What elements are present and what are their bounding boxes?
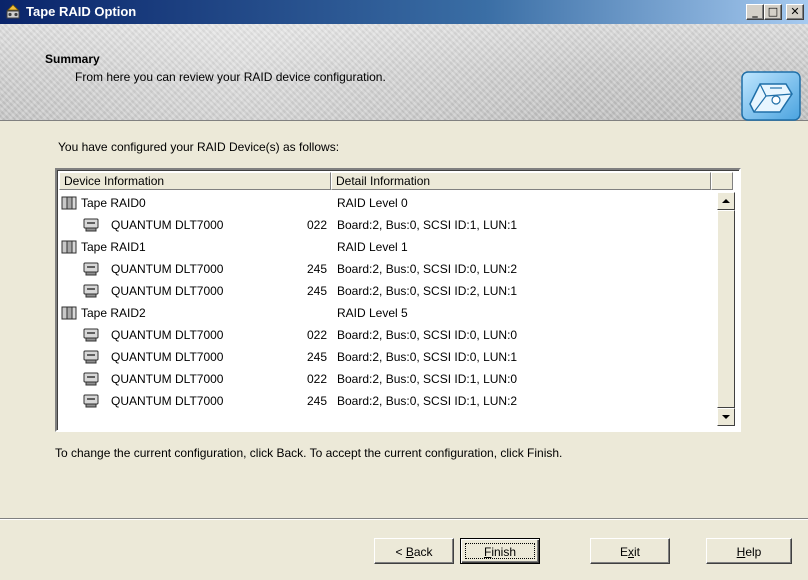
list-item[interactable]: Tape RAID1 RAID Level 1 <box>59 236 715 258</box>
title-bar[interactable]: Tape RAID Option _ □ ✕ <box>0 0 808 24</box>
device-name: Tape RAID2 <box>81 306 146 320</box>
back-button[interactable]: < Back <box>374 538 454 564</box>
tape-drive-icon <box>83 394 99 408</box>
tape-raid-group-icon <box>61 196 77 210</box>
raid-device-list[interactable]: Device Information Detail Information Ta… <box>55 168 741 432</box>
device-name: Tape RAID0 <box>81 196 146 210</box>
window-title: Tape RAID Option <box>26 4 137 19</box>
finish-label-post: inish <box>491 545 517 559</box>
device-name: QUANTUM DLT7000 <box>111 328 224 342</box>
back-button-label: < Back <box>395 545 432 559</box>
detail-info: Board:2, Bus:0, SCSI ID:0, LUN:1 <box>337 350 518 364</box>
tape-drive-icon <box>83 284 99 298</box>
tape-drive-icon <box>83 372 99 386</box>
back-label-accel: B <box>405 545 414 559</box>
exit-button[interactable]: Exit <box>590 538 670 564</box>
page-title: Summary <box>45 52 100 66</box>
wizard-header: Summary From here you can review your RA… <box>0 24 808 121</box>
firmware-rev: 022 <box>306 372 327 386</box>
minimize-button[interactable]: _ <box>746 4 764 20</box>
detail-info: Board:2, Bus:0, SCSI ID:1, LUN:0 <box>337 372 518 386</box>
firmware-rev: 022 <box>306 218 327 232</box>
list-item[interactable]: QUANTUM DLT7000 245 Board:2, Bus:0, SCSI… <box>59 346 715 368</box>
finish-button[interactable]: Finish <box>460 538 540 564</box>
arrow-down-icon <box>722 415 730 419</box>
firmware-rev: 245 <box>306 284 327 298</box>
detail-info: RAID Level 1 <box>337 240 408 254</box>
exit-label-post: it <box>634 545 640 559</box>
help-button[interactable]: Help <box>706 538 792 564</box>
firmware-rev: 022 <box>306 328 327 342</box>
tape-drive-icon <box>83 350 99 364</box>
maximize-icon: □ <box>767 5 779 18</box>
detail-info: Board:2, Bus:0, SCSI ID:0, LUN:0 <box>337 328 518 342</box>
device-name: QUANTUM DLT7000 <box>111 350 224 364</box>
minimize-icon: _ <box>752 5 758 18</box>
tape-raid-group-icon <box>61 306 77 320</box>
list-rows: Tape RAID0 RAID Level 0 QUANTUM DLT7000 … <box>59 192 715 426</box>
exit-button-label: Exit <box>620 545 640 559</box>
list-item[interactable]: QUANTUM DLT7000 022 Board:2, Bus:0, SCSI… <box>59 324 715 346</box>
scroll-thumb[interactable] <box>717 210 735 408</box>
scroll-up-button[interactable] <box>717 192 735 210</box>
firmware-rev: 245 <box>306 394 327 408</box>
device-name: QUANTUM DLT7000 <box>111 372 224 386</box>
detail-info: RAID Level 5 <box>337 306 408 320</box>
footer-separator <box>0 518 808 520</box>
firmware-rev: 245 <box>306 262 327 276</box>
column-header-device-information[interactable]: Device Information <box>59 172 331 190</box>
finish-button-label: Finish <box>484 545 516 559</box>
detail-info: Board:2, Bus:0, SCSI ID:1, LUN:2 <box>337 394 518 408</box>
detail-info: Board:2, Bus:0, SCSI ID:1, LUN:1 <box>337 218 518 232</box>
tape-drive-icon <box>83 328 99 342</box>
detail-info: RAID Level 0 <box>337 196 408 210</box>
vertical-scrollbar[interactable] <box>717 192 735 426</box>
detail-info: Board:2, Bus:0, SCSI ID:2, LUN:1 <box>337 284 518 298</box>
page-subtitle: From here you can review your RAID devic… <box>75 70 386 84</box>
tape-drive-icon <box>83 218 99 232</box>
tape-raid-group-icon <box>61 240 77 254</box>
list-item[interactable]: Tape RAID0 RAID Level 0 <box>59 192 715 214</box>
device-name: QUANTUM DLT7000 <box>111 262 224 276</box>
instructions-label: To change the current configuration, cli… <box>55 446 563 460</box>
tape-drive-icon <box>83 262 99 276</box>
device-name: QUANTUM DLT7000 <box>111 394 224 408</box>
detail-info: Board:2, Bus:0, SCSI ID:0, LUN:2 <box>337 262 518 276</box>
back-label-pre: < <box>395 545 406 559</box>
intro-label: You have configured your RAID Device(s) … <box>58 140 340 154</box>
list-item[interactable]: QUANTUM DLT7000 022 Board:2, Bus:0, SCSI… <box>59 214 715 236</box>
tape-raid-logo-icon <box>741 71 801 121</box>
scroll-down-button[interactable] <box>717 408 735 426</box>
device-name: Tape RAID1 <box>81 240 146 254</box>
list-item[interactable]: Tape RAID2 RAID Level 5 <box>59 302 715 324</box>
column-header-filler <box>711 172 733 190</box>
maximize-button[interactable]: □ <box>764 4 782 20</box>
close-icon: ✕ <box>790 5 800 18</box>
list-item[interactable]: QUANTUM DLT7000 022 Board:2, Bus:0, SCSI… <box>59 368 715 390</box>
list-item[interactable]: QUANTUM DLT7000 245 Board:2, Bus:0, SCSI… <box>59 258 715 280</box>
firmware-rev: 245 <box>306 350 327 364</box>
list-item[interactable]: QUANTUM DLT7000 245 Board:2, Bus:0, SCSI… <box>59 280 715 302</box>
list-item[interactable]: QUANTUM DLT7000 245 Board:2, Bus:0, SCSI… <box>59 390 715 412</box>
tape-raid-app-icon <box>6 4 20 19</box>
device-name: QUANTUM DLT7000 <box>111 284 224 298</box>
tape-raid-option-window: Tape RAID Option _ □ ✕ Summary From here… <box>0 0 808 580</box>
back-label-post: ack <box>413 545 433 559</box>
device-name: QUANTUM DLT7000 <box>111 218 224 232</box>
help-label-post: elp <box>745 545 762 559</box>
arrow-up-icon <box>722 199 730 203</box>
help-button-label: Help <box>737 545 762 559</box>
column-header-detail-information[interactable]: Detail Information <box>331 172 711 190</box>
close-button[interactable]: ✕ <box>786 4 804 20</box>
exit-label-pre: E <box>619 545 628 559</box>
list-header: Device Information Detail Information <box>59 172 735 190</box>
